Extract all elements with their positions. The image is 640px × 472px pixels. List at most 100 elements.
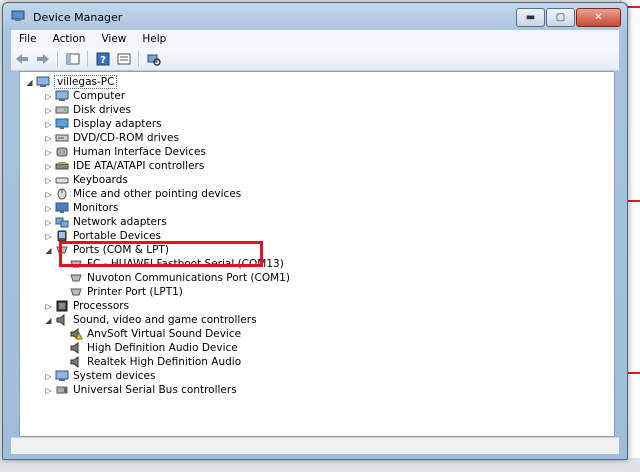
tree-item-disk-drives[interactable]: ▷ Disk drives: [44, 103, 131, 117]
collapse-arrow-icon[interactable]: ◢: [44, 246, 53, 255]
menu-bar: File Action View Help: [11, 30, 619, 48]
tree-item-label: Monitors: [73, 202, 119, 214]
scan-hardware-button[interactable]: [144, 50, 164, 68]
tree-item-label: System devices: [73, 370, 156, 382]
tree-item-label: Mice and other pointing devices: [73, 188, 242, 200]
tree-item-usb-controllers[interactable]: ▷ Universal Serial Bus controllers: [44, 383, 237, 397]
maximize-button[interactable]: ▢: [546, 8, 575, 27]
expand-arrow-icon[interactable]: ▷: [44, 120, 53, 129]
expand-arrow-icon[interactable]: ▷: [44, 176, 53, 185]
sound-icon: [56, 314, 65, 326]
ide-controller-icon: [55, 162, 69, 170]
status-bar: [11, 437, 619, 454]
tree-item-label: Network adapters: [73, 216, 167, 228]
expand-arrow-icon[interactable]: ▷: [44, 386, 53, 395]
highlight-annotation-box: [59, 241, 263, 267]
menu-file[interactable]: File: [11, 33, 45, 45]
device-manager-icon: [11, 10, 25, 21]
tree-item-system-devices[interactable]: ▷ System devices: [44, 369, 155, 383]
tree-item-dvd-drives[interactable]: ▷ DVD/CD-ROM drives: [44, 131, 179, 145]
network-adapter-icon: [55, 217, 69, 228]
expand-arrow-icon[interactable]: ▷: [44, 148, 53, 157]
tree-item-display-adapters[interactable]: ▷ Display adapters: [44, 117, 162, 131]
svg-text:?: ?: [100, 55, 106, 66]
expand-arrow-icon[interactable]: ▷: [44, 218, 53, 227]
show-hide-tree-icon: [66, 53, 80, 65]
title-bar[interactable]: Device Manager ▬ ▢ ✕: [3, 3, 627, 29]
tree-item-label: High Definition Audio Device: [87, 342, 238, 354]
hid-icon: [56, 147, 68, 157]
tree-item-ide-controllers[interactable]: ▷ IDE ATA/ATAPI controllers: [44, 159, 204, 173]
processor-icon: [56, 300, 68, 312]
expand-arrow-icon[interactable]: ▷: [44, 134, 53, 143]
tree-item-network-adapters[interactable]: ▷ Network adapters: [44, 215, 167, 229]
window-title: Device Manager: [33, 11, 123, 24]
tree-item-label: Disk drives: [73, 104, 131, 116]
minimize-button[interactable]: ▬: [516, 8, 545, 27]
tree-root[interactable]: ◢ villegas-PC: [25, 75, 118, 89]
expand-arrow-icon[interactable]: ▷: [44, 232, 53, 241]
menu-action[interactable]: Action: [45, 33, 94, 45]
tree-item-realtek-audio[interactable]: Realtek High Definition Audio: [69, 355, 241, 369]
toolbar: ?: [11, 48, 619, 71]
tree-item-monitors[interactable]: ▷ Monitors: [44, 201, 118, 215]
tree-item-label: Processors: [73, 300, 130, 312]
collapse-arrow-icon[interactable]: ◢: [44, 316, 53, 325]
device-manager-window: Device Manager ▬ ▢ ✕ File Action View He…: [2, 2, 628, 460]
back-icon: [16, 54, 28, 64]
audio-device-icon: [70, 356, 79, 368]
tree-item-label: Human Interface Devices: [73, 146, 206, 158]
tree-item-label: Sound, video and game controllers: [73, 314, 257, 326]
expand-arrow-icon[interactable]: ▷: [44, 162, 53, 171]
expand-arrow-icon[interactable]: ▷: [44, 372, 53, 381]
scan-hardware-icon: [147, 54, 161, 66]
expand-arrow-icon[interactable]: ▷: [44, 92, 53, 101]
tree-item-label: Nuvoton Communications Port (COM1): [87, 272, 290, 284]
tree-item-label: Computer: [73, 90, 126, 102]
tree-item-label: Display adapters: [73, 118, 162, 130]
menu-help[interactable]: Help: [134, 33, 174, 45]
tree-item-label: Realtek High Definition Audio: [87, 356, 242, 368]
tree-item-computer[interactable]: ▷ Computer: [44, 89, 125, 103]
tree-item-hd-audio-device[interactable]: High Definition Audio Device: [69, 341, 238, 355]
collapse-arrow-icon[interactable]: ◢: [25, 78, 34, 87]
tree-item-label: DVD/CD-ROM drives: [73, 132, 179, 144]
tree-item-keyboards[interactable]: ▷ Keyboards: [44, 173, 128, 187]
tree-item-label: Universal Serial Bus controllers: [73, 384, 237, 396]
tree-item-mice[interactable]: ▷ Mice and other pointing devices: [44, 187, 241, 201]
expand-arrow-icon[interactable]: ▷: [44, 302, 53, 311]
forward-button[interactable]: [33, 50, 53, 68]
menu-view[interactable]: View: [93, 33, 134, 45]
tree-item-anvsoft-sound[interactable]: AnvSoft Virtual Sound Device: [69, 327, 241, 341]
background-divider: [627, 6, 640, 8]
tree-item-sound-controllers[interactable]: ◢ Sound, video and game controllers: [44, 313, 257, 327]
toolbar-separator: [87, 51, 88, 67]
monitor-icon: [55, 202, 69, 213]
tree-item-label: IDE ATA/ATAPI controllers: [73, 160, 205, 172]
tree-item-label: Keyboards: [73, 174, 128, 186]
computer-icon: [36, 76, 50, 87]
tree-item-human-interface-devices[interactable]: ▷ Human Interface Devices: [44, 145, 206, 159]
disk-drive-icon: [55, 106, 69, 114]
usb-icon: [56, 386, 68, 394]
toolbar-separator: [138, 51, 139, 67]
toolbar-separator: [57, 51, 58, 67]
dvd-drive-icon: [55, 134, 69, 142]
expand-arrow-icon[interactable]: ▷: [44, 106, 53, 115]
forward-icon: [37, 54, 49, 64]
close-button[interactable]: ✕: [576, 8, 621, 27]
tree-item-processors[interactable]: ▷ Processors: [44, 299, 129, 313]
tree-item-printer-port[interactable]: Printer Port (LPT1): [69, 285, 183, 299]
show-hide-tree-button[interactable]: [63, 50, 83, 68]
help-button[interactable]: ?: [93, 50, 113, 68]
system-device-icon: [55, 370, 69, 381]
expand-arrow-icon[interactable]: ▷: [44, 204, 53, 213]
expand-arrow-icon[interactable]: ▷: [44, 190, 53, 199]
background-divider: [627, 200, 640, 202]
help-icon: ?: [96, 52, 110, 66]
properties-button[interactable]: [114, 50, 134, 68]
back-button[interactable]: [12, 50, 32, 68]
tree-item-nuvoton-port[interactable]: Nuvoton Communications Port (COM1): [69, 271, 290, 285]
port-icon: [70, 274, 82, 282]
computer-name: villegas-PC: [54, 75, 118, 89]
